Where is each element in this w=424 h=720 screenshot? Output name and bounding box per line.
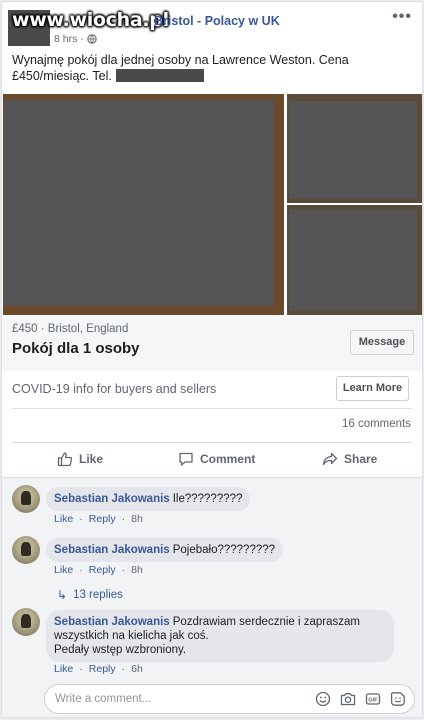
photo-side-1[interactable] [287,94,422,203]
photo-redaction [4,100,274,306]
comment-input-tools: GIF [315,691,406,707]
comment-input[interactable] [55,690,305,708]
more-options-icon[interactable]: ••• [392,8,412,26]
comment-text-line1: Pozdrawiam serdecznie i zapraszam [172,616,360,628]
comment-author[interactable]: Sebastian Jakowanis [54,544,170,556]
commenter-avatar[interactable] [12,608,40,636]
listing-info: £450 · Bristol, England Pokój dla 1 osob… [2,316,422,371]
comment-reply-link[interactable]: Reply [89,513,116,525]
comment-meta: Like · Reply · 8h [54,564,143,576]
listing-title[interactable]: Pokój dla 1 osoby [12,340,140,357]
comment-bubble: Sebastian Jakowanis Pojebało????????? [46,538,284,562]
view-replies-link[interactable]: ↳ 13 replies [57,588,123,602]
comment-like-link[interactable]: Like [54,564,73,576]
like-button[interactable]: Like [57,451,103,467]
post-timestamp[interactable]: 8 hrs · [54,33,97,45]
divider [12,408,412,409]
sticker-icon[interactable] [390,691,406,707]
commenter-avatar[interactable] [12,536,40,564]
comment-text: Pojebało????????? [172,544,276,556]
comment-text: Ile????????? [172,493,243,505]
comment-time[interactable]: 6h [131,663,143,675]
comment-label: Comment [200,452,256,466]
comment-icon [179,452,193,466]
comment-author[interactable]: Sebastian Jakowanis [54,493,170,505]
comment-meta: Like · Reply · 8h [54,513,143,525]
comment-reply-link[interactable]: Reply [89,663,116,675]
like-label: Like [79,452,104,466]
reply-arrow-icon: ↳ [57,588,68,602]
comments-count-link[interactable]: 16 comments [342,418,411,430]
share-icon [322,452,338,466]
photo-redaction [289,209,417,311]
share-button[interactable]: Share [322,451,377,467]
comment-reply-link[interactable]: Reply [89,564,116,576]
comment-text-line3: Pedały wstęp wzbroniony. [54,644,187,656]
gif-icon[interactable]: GIF [365,691,381,707]
comment-button[interactable]: Comment [178,451,255,467]
comment-like-link[interactable]: Like [54,663,73,675]
photo-main[interactable] [3,94,284,315]
redacted-phone [115,69,204,82]
comment-like-link[interactable]: Like [54,513,73,525]
comment-meta: Like · Reply · 6h [54,663,143,675]
svg-text:GIF: GIF [368,698,378,704]
divider [12,442,412,443]
comment-bubble: Sebastian Jakowanis Pozdrawiam serdecznie… [46,610,394,662]
comments-section: Sebastian Jakowanis Ile????????? Like · Re… [2,477,422,717]
emoji-icon[interactable] [315,691,331,707]
message-button[interactable]: Message [350,330,414,355]
photo-redaction [289,101,417,199]
commenter-avatar[interactable] [12,485,40,513]
replies-count: 13 replies [73,589,123,601]
post-text: Wynajmę pokój dla jednej osoby na Lawren… [12,52,417,84]
comment-bubble: Sebastian Jakowanis Ile????????? [46,487,251,511]
comment-text-line2: wszystkich na kielicha jak coś. [54,630,209,642]
post-actions-bar: Like Comment Share [2,445,422,475]
post-time: 8 hrs · [54,33,84,45]
listing-price-location: £450 · Bristol, England [12,323,129,335]
comment-time[interactable]: 8h [131,513,143,525]
comment-input-box[interactable]: GIF [44,684,415,714]
covid-info-text: COVID-19 info for buyers and sellers [12,382,217,396]
post-card: www.wiocha.pl Bristol - Polacy w UK 8 hr… [1,1,423,718]
camera-icon[interactable] [340,691,356,707]
thumbs-up-icon [57,452,73,467]
globe-icon [87,34,97,44]
learn-more-button[interactable]: Learn More [336,376,409,401]
photo-side-2[interactable] [287,205,422,315]
comment-author[interactable]: Sebastian Jakowanis [54,616,170,628]
comment-time[interactable]: 8h [131,564,143,576]
share-label: Share [344,452,378,466]
group-name-link[interactable]: Bristol - Polacy w UK [154,14,280,28]
watermark: www.wiocha.pl [12,9,169,31]
